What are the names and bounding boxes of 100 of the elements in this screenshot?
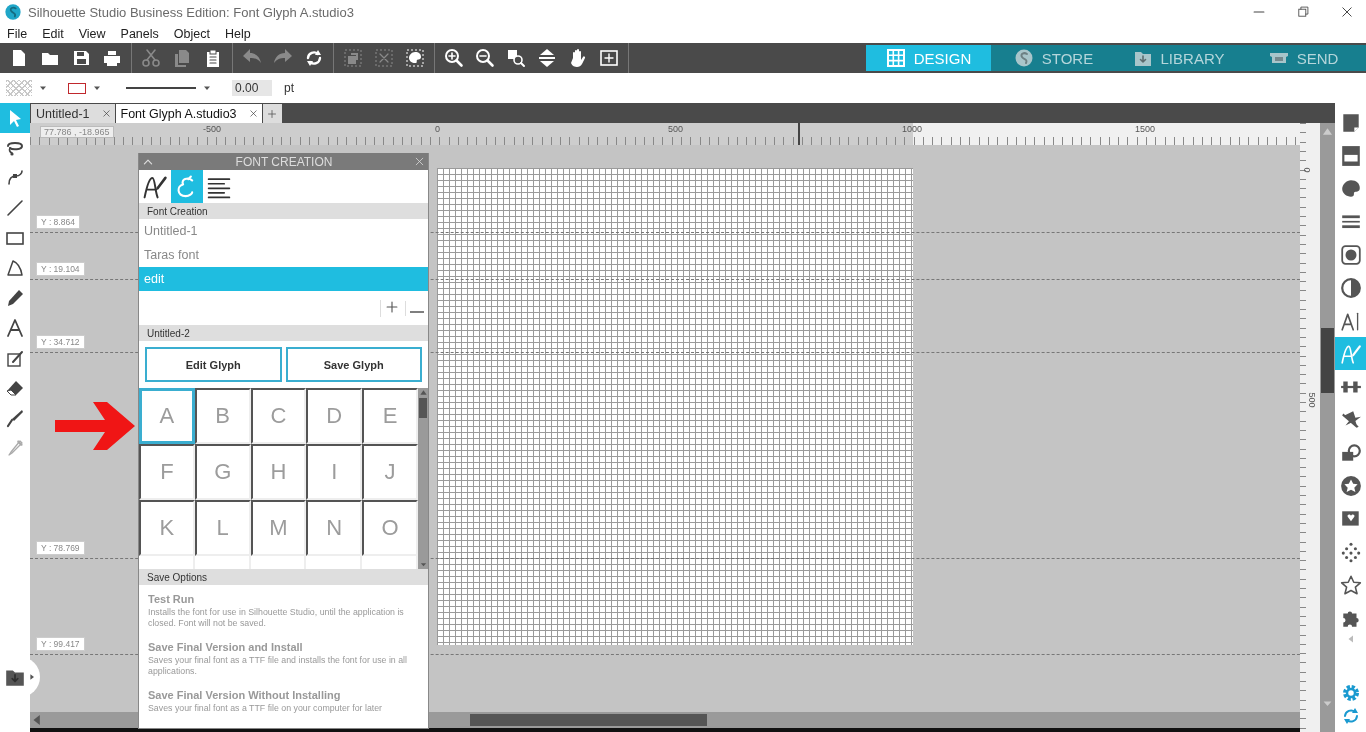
new-tab-button[interactable]	[262, 104, 282, 123]
font-list-item[interactable]: Untitled-1	[139, 219, 428, 243]
pix-icon	[1339, 144, 1362, 167]
settings-icon[interactable]	[1340, 683, 1361, 703]
glyph-cell[interactable]: K	[139, 500, 195, 556]
document-tab[interactable]: Font Glyph A.studio3	[115, 104, 262, 123]
glyph-cell[interactable]: B	[194, 388, 251, 444]
glyph-cell[interactable]: C	[250, 388, 307, 444]
glyph-cell[interactable]: J	[362, 444, 418, 500]
zoom-out-icon[interactable]	[475, 48, 495, 68]
caret-up-icon[interactable]	[418, 388, 428, 397]
remove-button[interactable]	[405, 300, 424, 316]
line-width-field[interactable]: 0.00	[232, 80, 272, 96]
caret-right-icon	[28, 673, 36, 681]
save-option-title[interactable]: Save Final Version and Install	[148, 641, 420, 653]
polygon-icon	[5, 258, 25, 278]
scrollbar-thumb[interactable]	[470, 714, 707, 726]
close-icon[interactable]	[248, 109, 258, 118]
grid-icon	[885, 48, 906, 68]
ruler-label: -500	[203, 124, 221, 134]
glyph-cell[interactable]: A	[139, 388, 195, 444]
glyph-cell[interactable]: O	[362, 500, 418, 556]
star-badge-icon	[1339, 474, 1362, 497]
guide-label: Y : 8.864	[36, 215, 80, 229]
fit-to-page-icon[interactable]	[537, 48, 557, 68]
app-logo-icon	[4, 3, 22, 21]
font-list-item[interactable]: Taras font	[139, 243, 428, 267]
glyph-cell[interactable]: D	[306, 388, 363, 444]
guide-label: Y : 78.769	[36, 541, 85, 555]
mode-tab[interactable]: STORE	[991, 45, 1116, 71]
document-tab[interactable]: Untitled-1	[31, 104, 115, 123]
guide-label: Y : 99.417	[36, 637, 85, 651]
glyph-scrollbar[interactable]	[418, 388, 428, 569]
eraser-icon	[5, 378, 25, 398]
glyph-cell[interactable]: L	[194, 500, 251, 556]
zoom-selection-icon[interactable]	[506, 48, 526, 68]
fit-box-icon[interactable]	[599, 48, 619, 68]
ruler-label: 500	[668, 124, 684, 134]
fill-selection-icon[interactable]	[405, 48, 425, 68]
save-option-description: Installs the font for use in Silhouette Studio, until the application is closed. Font will not be saved.	[148, 607, 405, 629]
menu-item[interactable]: View	[78, 26, 106, 41]
menu-item[interactable]: Panels	[120, 26, 159, 41]
add-button[interactable]	[380, 299, 399, 317]
window-title: Silhouette Studio Business Edition: Font Glyph A.studio3	[28, 4, 355, 20]
guide-label: Y : 34.712	[36, 335, 85, 349]
overlap-icon	[1339, 441, 1362, 464]
save-option-title[interactable]: Test Run	[148, 593, 420, 605]
print-icon[interactable]	[102, 48, 122, 68]
line-color-swatch[interactable]	[68, 82, 86, 94]
close-icon[interactable]	[1340, 5, 1354, 19]
replicate-icon	[1339, 243, 1362, 266]
mode-tab[interactable]: LIBRARY	[1116, 45, 1241, 71]
menu-item[interactable]: File	[7, 26, 28, 41]
unit-label: pt	[284, 81, 294, 95]
guide-label: Y : 19.104	[36, 262, 85, 276]
glyph-pen-icon	[1339, 342, 1362, 365]
mode-tab[interactable]: SEND	[1241, 45, 1366, 71]
vertical-scrollbar[interactable]	[1320, 123, 1335, 732]
restore-icon[interactable]	[1296, 5, 1310, 19]
glyph-cell[interactable]: G	[194, 444, 251, 500]
replicate-icon[interactable]	[304, 48, 324, 68]
palette-icon	[1339, 177, 1362, 200]
ruler-label: 0	[1301, 167, 1312, 173]
plus-icon	[385, 299, 399, 314]
dots-icon	[1339, 540, 1362, 563]
text-icon	[5, 318, 25, 338]
save-icon[interactable]	[71, 48, 91, 68]
ruler-label: 1000	[902, 124, 923, 134]
fill-pattern-swatch[interactable]	[6, 80, 32, 96]
glyph-cell[interactable]: I	[306, 444, 363, 500]
glyph-cell[interactable]: F	[139, 444, 195, 500]
cursor-readout: 77.786 , -18.965	[40, 126, 114, 138]
save-option-description: Saves your final font as a TTF file and installs the font for use in all applications.	[148, 655, 408, 677]
glyph-button[interactable]: Save Glyph	[285, 347, 422, 382]
glyph-cell[interactable]: E	[362, 388, 418, 444]
line-icon	[5, 198, 25, 218]
font-list-item[interactable]: edit	[139, 267, 428, 291]
mode-tab[interactable]: DESIGN	[866, 45, 991, 71]
arrow-icon	[55, 400, 137, 452]
sketch-icon	[5, 348, 25, 368]
zoom-in-icon[interactable]	[444, 48, 464, 68]
panel-title: FONT CREATION	[235, 154, 333, 169]
menu-item[interactable]: Help	[224, 26, 251, 41]
menu-item[interactable]: Edit	[42, 26, 64, 41]
star-outline-icon	[1339, 573, 1362, 596]
swirl-circle-icon	[1013, 48, 1034, 68]
save-option-title[interactable]: Save Final Version Without Installing	[148, 689, 420, 701]
bezier-curve-icon	[5, 168, 25, 188]
scrollbar-thumb[interactable]	[419, 398, 427, 418]
glyph-cell[interactable]: N	[306, 500, 363, 556]
pencil-icon	[5, 288, 25, 308]
menu-item[interactable]: Object	[173, 26, 210, 41]
ruler-label: 0	[435, 124, 440, 134]
glyph-cell[interactable]: H	[250, 444, 307, 500]
minus-icon	[410, 310, 424, 313]
glyph-cell[interactable]: M	[250, 500, 307, 556]
hand-icon[interactable]	[568, 48, 588, 68]
plus-icon	[267, 108, 278, 119]
scrollbar-thumb[interactable]	[1321, 328, 1334, 393]
glyph-button[interactable]: Edit Glyph	[145, 347, 282, 382]
